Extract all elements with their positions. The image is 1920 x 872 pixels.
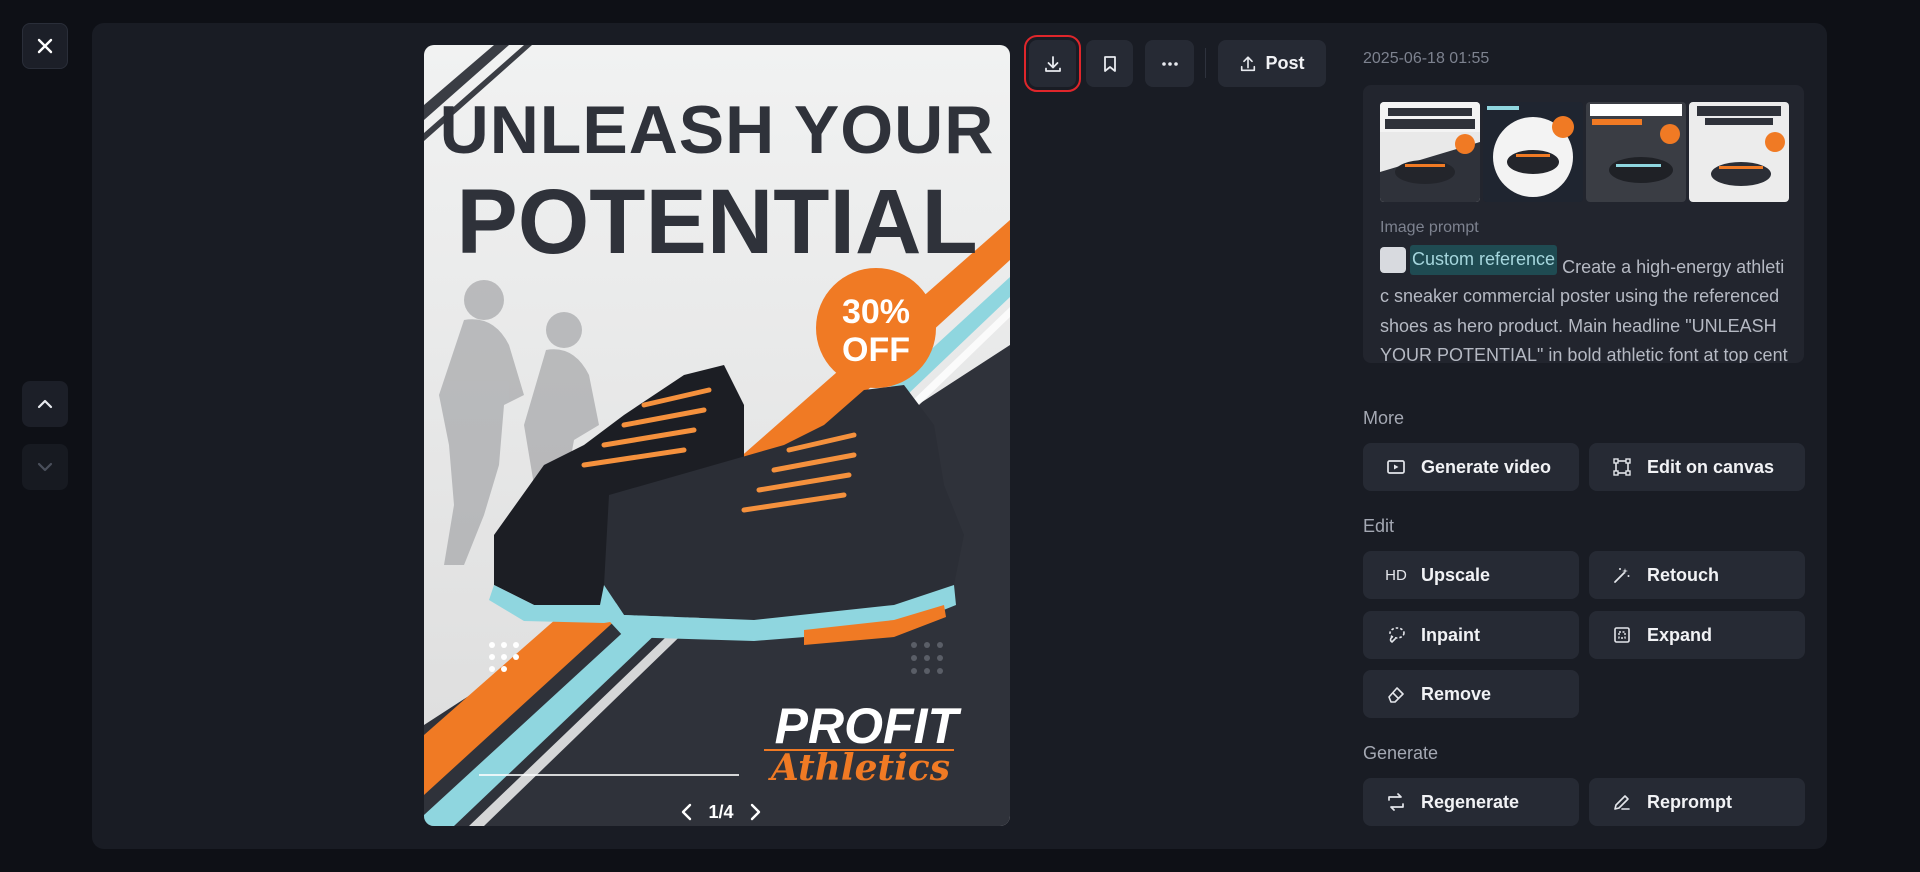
prompt-text: Custom reference Create a high-energy at… — [1380, 245, 1790, 363]
section-edit-title: Edit — [1363, 516, 1395, 536]
bookmark-button[interactable] — [1086, 40, 1133, 87]
prompt-card: Image prompt Custom reference Create a h… — [1363, 85, 1804, 363]
wand-icon — [1611, 564, 1633, 586]
more-options-button[interactable] — [1145, 40, 1194, 87]
thumbnail-1[interactable] — [1380, 102, 1480, 202]
edit-on-canvas-button[interactable]: Edit on canvas — [1589, 443, 1805, 491]
next-item-button[interactable] — [22, 444, 68, 490]
canvas-icon — [1611, 456, 1633, 478]
previous-item-button[interactable] — [22, 381, 68, 427]
post-label: Post — [1265, 53, 1305, 73]
retouch-label: Retouch — [1647, 564, 1719, 585]
poster-headline-line1: UNLEASH YOUR — [440, 92, 995, 168]
section-more-title: More — [1363, 408, 1405, 428]
poster-brand-line1: PROFIT — [775, 698, 963, 754]
poster-headline-line2: POTENTIAL — [456, 171, 977, 273]
more-icon — [1161, 61, 1178, 66]
inpaint-label: Inpaint — [1421, 624, 1480, 645]
refresh-icon — [1385, 791, 1407, 813]
upscale-button[interactable]: HD Upscale — [1363, 551, 1579, 599]
poster-badge-line1: 30% — [842, 293, 910, 331]
generate-video-label: Generate video — [1421, 456, 1552, 477]
close-icon — [37, 38, 53, 54]
inpaint-button[interactable]: Inpaint — [1363, 611, 1579, 659]
expand-label: Expand — [1647, 624, 1713, 645]
poster-badge-line2: OFF — [842, 331, 910, 369]
bookmark-icon — [1103, 55, 1116, 72]
video-plus-icon — [1385, 456, 1407, 478]
lasso-icon — [1385, 624, 1407, 646]
download-button[interactable] — [1024, 35, 1081, 92]
retouch-button[interactable]: Retouch — [1589, 551, 1805, 599]
poster-brand-line2: Athletics — [768, 747, 950, 789]
thumbnail-2[interactable] — [1483, 102, 1583, 202]
edit-on-canvas-label: Edit on canvas — [1647, 456, 1775, 477]
thumbnail-4[interactable] — [1689, 102, 1789, 202]
download-icon — [1044, 55, 1061, 72]
reprompt-button[interactable]: Reprompt — [1589, 778, 1805, 826]
custom-reference-label: Custom reference — [1410, 245, 1558, 275]
upload-icon — [1241, 55, 1256, 71]
regenerate-label: Regenerate — [1421, 791, 1520, 812]
expand-icon — [1611, 624, 1633, 646]
reference-thumbnails — [1380, 102, 1789, 202]
pager-count: 1/4 — [708, 801, 734, 822]
remove-button[interactable]: Remove — [1363, 670, 1579, 718]
chevron-up-icon — [37, 399, 53, 409]
regenerate-button[interactable]: Regenerate — [1363, 778, 1579, 826]
image-pager: 1/4 — [676, 797, 766, 827]
thumbnail-3[interactable] — [1586, 102, 1686, 202]
generate-video-button[interactable]: Generate video — [1363, 443, 1579, 491]
chevron-left-icon[interactable] — [680, 803, 694, 821]
post-button[interactable]: Post — [1218, 40, 1326, 87]
close-button[interactable] — [22, 23, 68, 69]
prompt-label: Image prompt — [1380, 219, 1479, 236]
section-generate-title: Generate — [1363, 743, 1439, 763]
pencil-icon — [1611, 791, 1633, 813]
remove-label: Remove — [1421, 683, 1492, 704]
eraser-icon — [1385, 683, 1407, 705]
upscale-label: Upscale — [1421, 564, 1491, 585]
reference-thumbnail-icon — [1380, 246, 1406, 273]
timestamp: 2025-06-18 01:55 — [1363, 50, 1490, 67]
toolbar-divider — [1205, 48, 1206, 78]
hd-icon: HD — [1385, 566, 1407, 584]
reprompt-label: Reprompt — [1647, 791, 1732, 812]
custom-reference-chip[interactable]: Custom reference — [1380, 245, 1558, 275]
generated-image[interactable]: UNLEASH YOUR POTENTIAL 30% OFF PROFIT At… — [424, 45, 1010, 826]
chevron-down-icon — [37, 462, 53, 472]
expand-button[interactable]: Expand — [1589, 611, 1805, 659]
chevron-right-icon[interactable] — [748, 803, 762, 821]
